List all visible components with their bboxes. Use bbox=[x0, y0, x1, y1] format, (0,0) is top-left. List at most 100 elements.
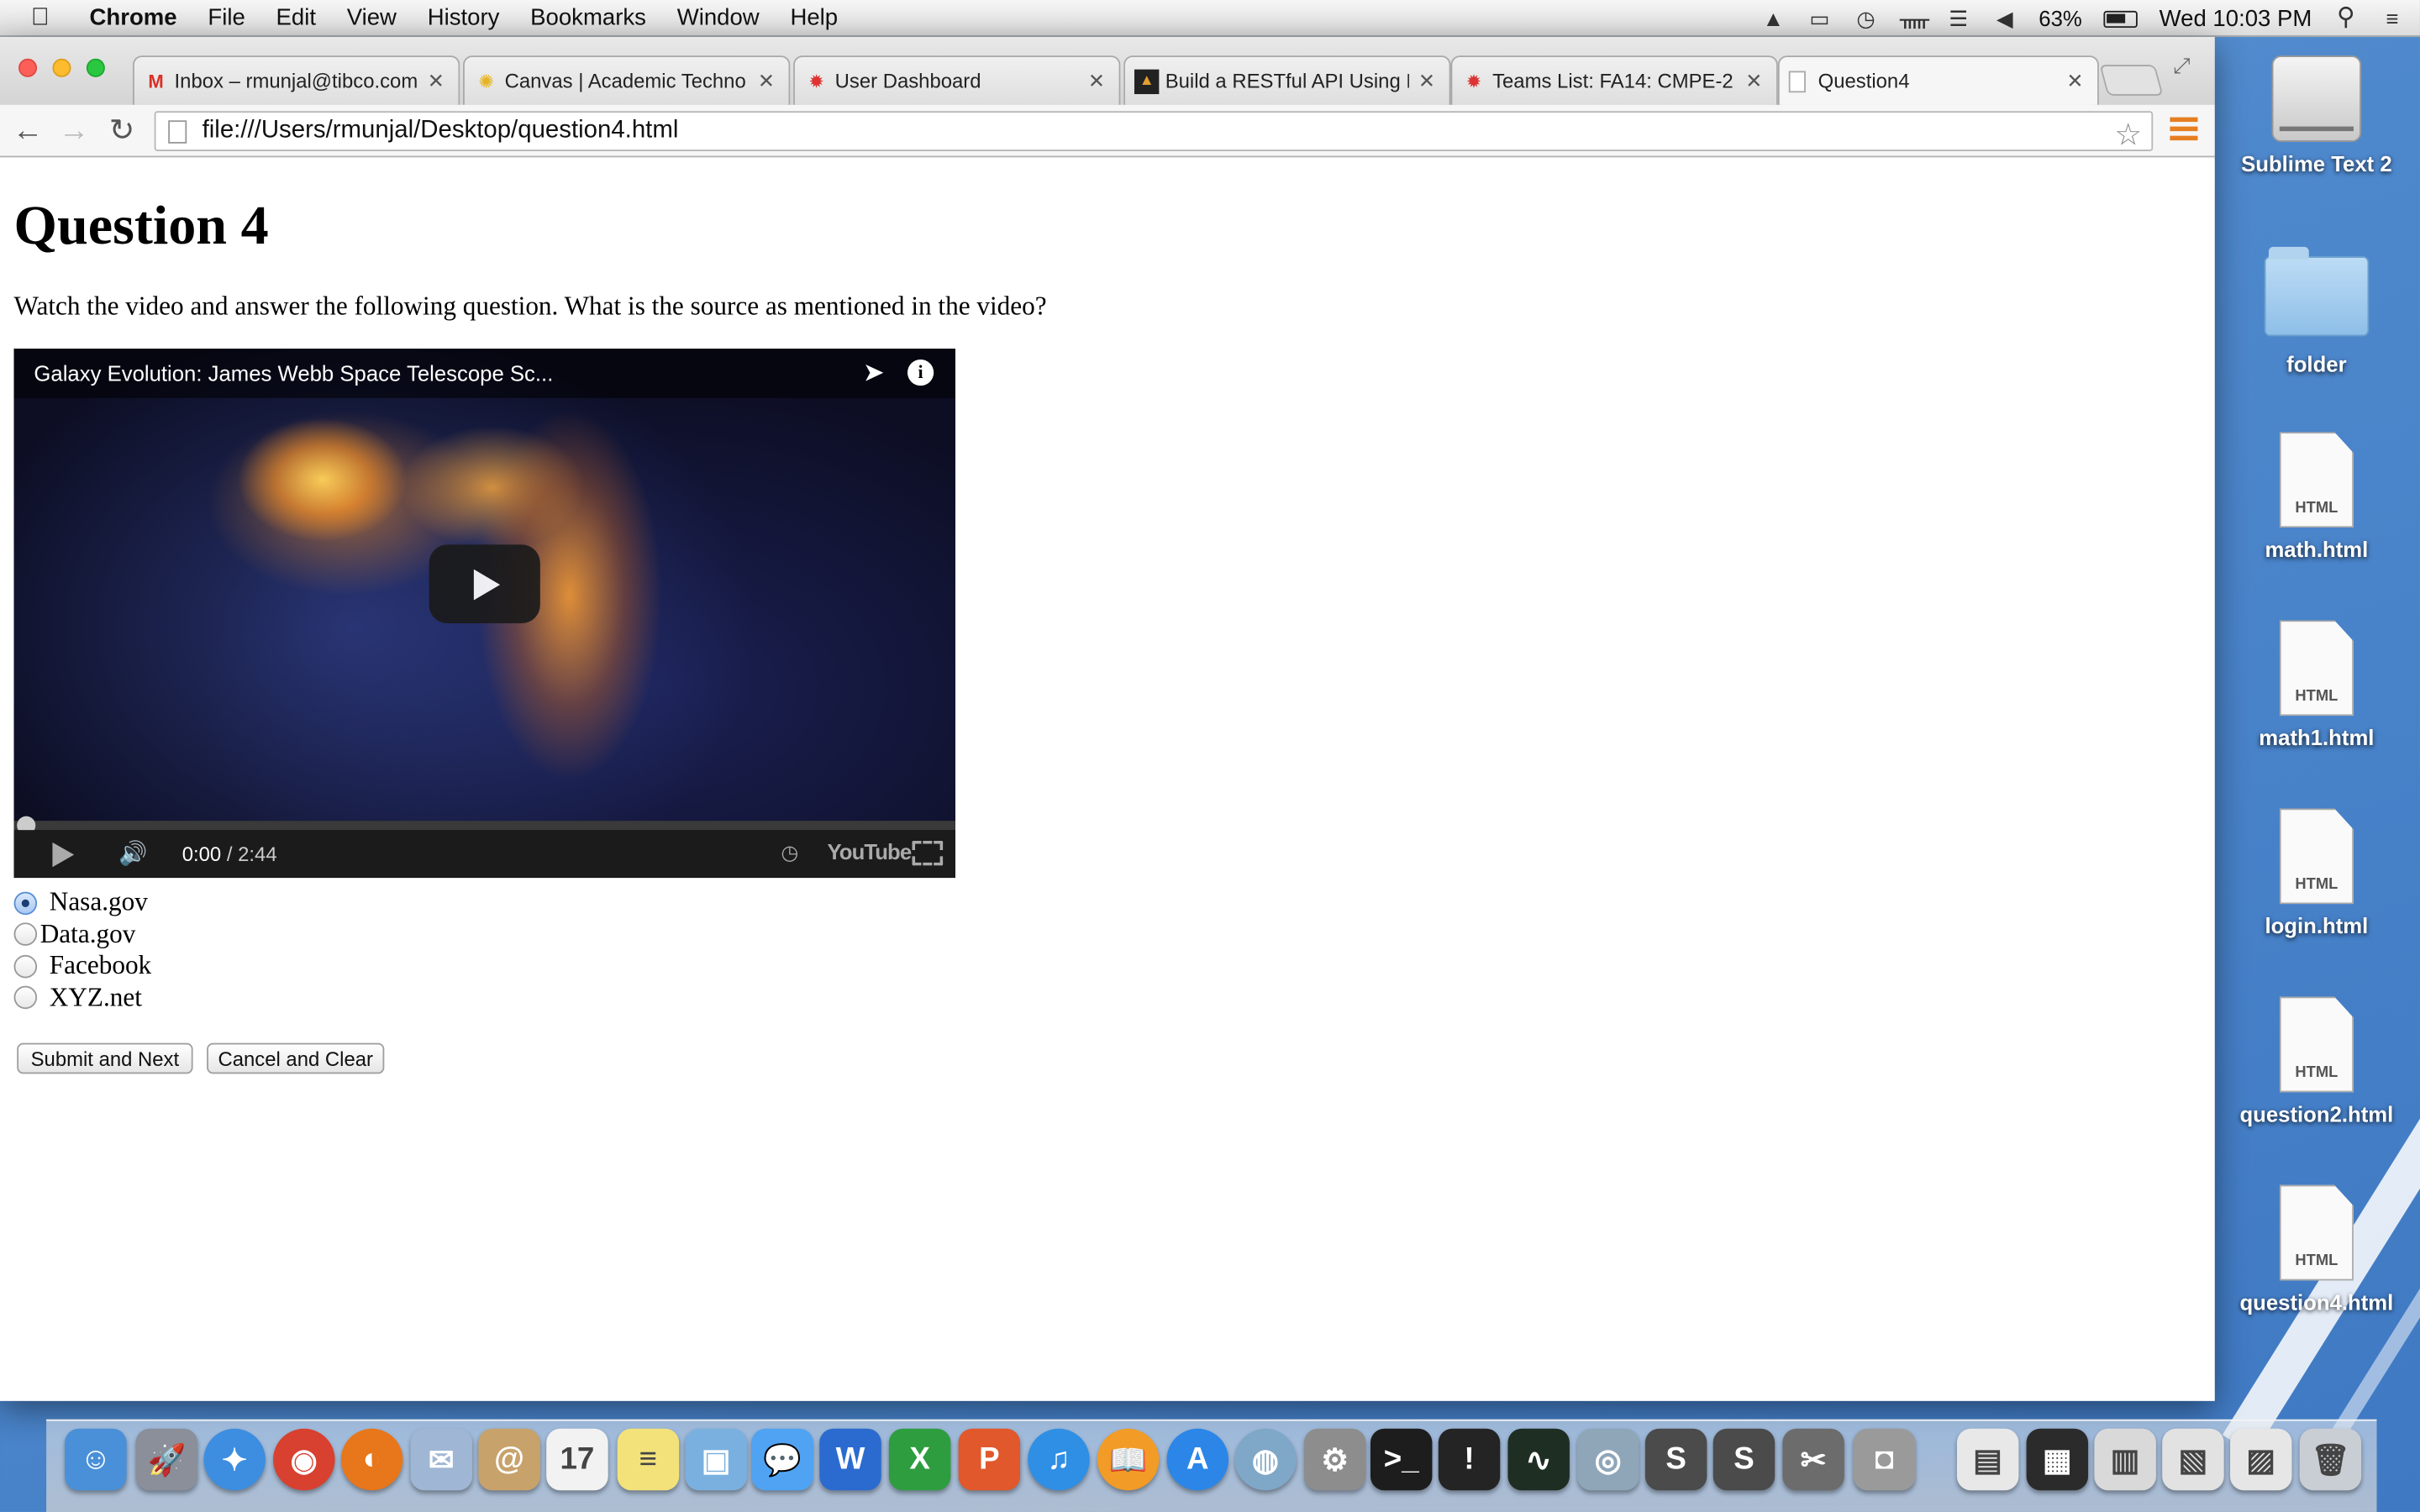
share-icon[interactable]: ➤ bbox=[863, 358, 885, 389]
fullscreen-icon[interactable] bbox=[912, 841, 944, 866]
finder-icon[interactable]: ☺ bbox=[65, 1428, 127, 1491]
clock[interactable]: Wed 10:03 PM bbox=[2160, 5, 2312, 31]
app-menu[interactable]: Chrome bbox=[90, 5, 177, 31]
bluetooth-icon[interactable]: ᚅ bbox=[1900, 8, 1929, 29]
close-window-button[interactable] bbox=[18, 58, 38, 77]
radio-button[interactable] bbox=[13, 922, 38, 947]
sublime2-icon[interactable]: S bbox=[1712, 1428, 1776, 1491]
close-tab-icon[interactable]: ✕ bbox=[758, 69, 780, 93]
volume-icon[interactable]: ◀ bbox=[1992, 8, 2017, 29]
option-data-gov[interactable]: Data.gov bbox=[13, 919, 152, 951]
menu-history[interactable]: History bbox=[428, 5, 500, 31]
appstore-icon[interactable]: A bbox=[1166, 1428, 1229, 1491]
submit-next-button[interactable]: Submit and Next bbox=[17, 1042, 193, 1074]
desktop-icon-math1-html[interactable]: HTML math1.html bbox=[2232, 620, 2402, 750]
chrome-icon[interactable]: ◉ bbox=[273, 1428, 335, 1491]
close-tab-icon[interactable]: ✕ bbox=[428, 69, 450, 93]
word-icon[interactable]: W bbox=[819, 1428, 881, 1491]
utilities-icon[interactable]: ✂ bbox=[1782, 1428, 1844, 1491]
firefox-icon[interactable]: ◐ bbox=[340, 1428, 403, 1491]
contacts-icon[interactable]: @ bbox=[478, 1428, 540, 1491]
radio-button[interactable] bbox=[13, 891, 38, 915]
close-tab-icon[interactable]: ✕ bbox=[1745, 69, 1767, 93]
desktop-icon-question2-html[interactable]: HTML question2.html bbox=[2232, 996, 2402, 1126]
youtube-player[interactable]: Galaxy Evolution: James Webb Space Teles… bbox=[13, 349, 955, 879]
video-progress-bar[interactable] bbox=[13, 821, 955, 831]
tab-user-dashboard[interactable]: ✹ User Dashboard ✕ bbox=[793, 55, 1121, 105]
watch-later-icon[interactable]: ◷ bbox=[781, 841, 798, 865]
battery-icon[interactable] bbox=[2103, 9, 2138, 28]
info-icon[interactable]: i bbox=[907, 359, 934, 386]
airplay-icon[interactable]: ▭ bbox=[1807, 8, 1832, 29]
mail-icon[interactable]: ✉ bbox=[410, 1428, 473, 1491]
window-stack2-icon[interactable]: ▧ bbox=[2162, 1428, 2224, 1491]
option-nasa-gov[interactable]: Nasa.gov bbox=[13, 887, 152, 919]
downloads-stack-icon[interactable]: ▦ bbox=[2026, 1428, 2089, 1491]
wifi-icon[interactable]: ☰ bbox=[1946, 8, 1970, 29]
spotlight-icon[interactable]: ⚲ bbox=[2333, 5, 2358, 29]
close-tab-icon[interactable]: ✕ bbox=[1088, 69, 1110, 93]
tab-canvas[interactable]: ✺ Canvas | Academic Techno ✕ bbox=[463, 55, 791, 105]
chrome-menu-icon[interactable] bbox=[2170, 117, 2198, 142]
minimize-window-button[interactable] bbox=[52, 58, 71, 77]
menu-edit[interactable]: Edit bbox=[276, 5, 316, 31]
reload-icon[interactable]: ↻ bbox=[105, 114, 139, 148]
volume-icon[interactable]: 🔊 bbox=[118, 839, 147, 867]
trash-icon[interactable]: 🗑 bbox=[2299, 1428, 2362, 1491]
youtube-logo[interactable]: YouTube bbox=[827, 839, 912, 864]
fullscreen-icon[interactable]: ⤢ bbox=[2173, 52, 2191, 78]
ibooks-icon[interactable]: 📖 bbox=[1097, 1428, 1160, 1491]
safari-icon[interactable]: ✦ bbox=[203, 1428, 266, 1491]
new-tab-button[interactable] bbox=[2099, 65, 2164, 96]
desktop-icon-question4-html[interactable]: HTML question4.html bbox=[2232, 1184, 2402, 1315]
forward-icon[interactable]: → bbox=[57, 114, 91, 148]
photo-icon[interactable]: ◎ bbox=[1577, 1428, 1639, 1491]
network-icon[interactable]: ◍ bbox=[1234, 1428, 1297, 1491]
activity-monitor-icon[interactable]: ∿ bbox=[1507, 1428, 1570, 1491]
excel-icon[interactable]: X bbox=[888, 1428, 951, 1491]
system-preferences-icon[interactable]: ⚙ bbox=[1304, 1428, 1366, 1491]
desktop-icon-login-html[interactable]: HTML login.html bbox=[2232, 808, 2402, 938]
powerpoint-icon[interactable]: P bbox=[958, 1428, 1021, 1491]
close-tab-icon[interactable]: ✕ bbox=[2066, 69, 2088, 93]
back-icon[interactable]: ← bbox=[11, 114, 45, 148]
terminal-icon[interactable]: >_ bbox=[1370, 1428, 1433, 1491]
tab-inbox[interactable]: M Inbox – rmunjal@tibco.com ✕ bbox=[132, 55, 460, 105]
menu-view[interactable]: View bbox=[347, 5, 397, 31]
play-icon[interactable] bbox=[52, 842, 75, 868]
address-bar[interactable]: file:///Users/rmunjal/Desktop/question4.… bbox=[154, 111, 2154, 153]
menu-file[interactable]: File bbox=[208, 5, 245, 31]
launchpad-icon[interactable]: 🚀 bbox=[135, 1428, 198, 1491]
close-tab-icon[interactable]: ✕ bbox=[1418, 69, 1440, 93]
desktop-icon-sublime-text[interactable]: Sublime Text 2 bbox=[2232, 55, 2402, 176]
bookmark-star-icon[interactable]: ☆ bbox=[2114, 116, 2142, 155]
tab-teams-list[interactable]: ✹ Teams List: FA14: CMPE-2 ✕ bbox=[1450, 55, 1778, 105]
zoom-window-button[interactable] bbox=[86, 58, 105, 77]
tab-question4[interactable]: Question4 ✕ bbox=[1777, 55, 2099, 105]
desktop-icon-folder[interactable]: folder bbox=[2232, 246, 2402, 376]
documents-stack-icon[interactable]: ▤ bbox=[1956, 1428, 2019, 1491]
notification-center-icon[interactable]: ≡ bbox=[2380, 8, 2404, 29]
preview-icon[interactable]: ▣ bbox=[685, 1428, 747, 1491]
screenshot-icon[interactable]: ◘ bbox=[1853, 1428, 1916, 1491]
option-xyz-net[interactable]: XYZ.net bbox=[13, 982, 152, 1014]
itunes-icon[interactable]: ♫ bbox=[1028, 1428, 1090, 1491]
desktop-icon-math-html[interactable]: HTML math.html bbox=[2232, 432, 2402, 562]
sublime-icon[interactable]: S bbox=[1644, 1428, 1707, 1491]
notification-icon[interactable]: ▲ bbox=[1761, 8, 1786, 29]
cancel-clear-button[interactable]: Cancel and Clear bbox=[207, 1042, 385, 1074]
radio-button[interactable] bbox=[13, 954, 38, 979]
video-title[interactable]: Galaxy Evolution: James Webb Space Teles… bbox=[13, 349, 955, 398]
console-icon[interactable]: ! bbox=[1438, 1428, 1501, 1491]
window-stack3-icon[interactable]: ▨ bbox=[2230, 1428, 2292, 1491]
notes-icon[interactable]: ≡ bbox=[617, 1428, 680, 1491]
option-facebook[interactable]: Facebook bbox=[13, 950, 151, 982]
tab-restful-api[interactable]: ▲ Build a RESTful API Using N ✕ bbox=[1123, 55, 1451, 105]
calendar-icon[interactable]: 17 bbox=[546, 1428, 608, 1491]
menu-window[interactable]: Window bbox=[677, 5, 760, 31]
radio-button[interactable] bbox=[13, 986, 38, 1010]
messages-icon[interactable]: 💬 bbox=[751, 1428, 813, 1491]
play-button[interactable] bbox=[429, 544, 540, 624]
time-machine-icon[interactable]: ◷ bbox=[1854, 8, 1878, 29]
menu-bookmarks[interactable]: Bookmarks bbox=[530, 5, 646, 31]
